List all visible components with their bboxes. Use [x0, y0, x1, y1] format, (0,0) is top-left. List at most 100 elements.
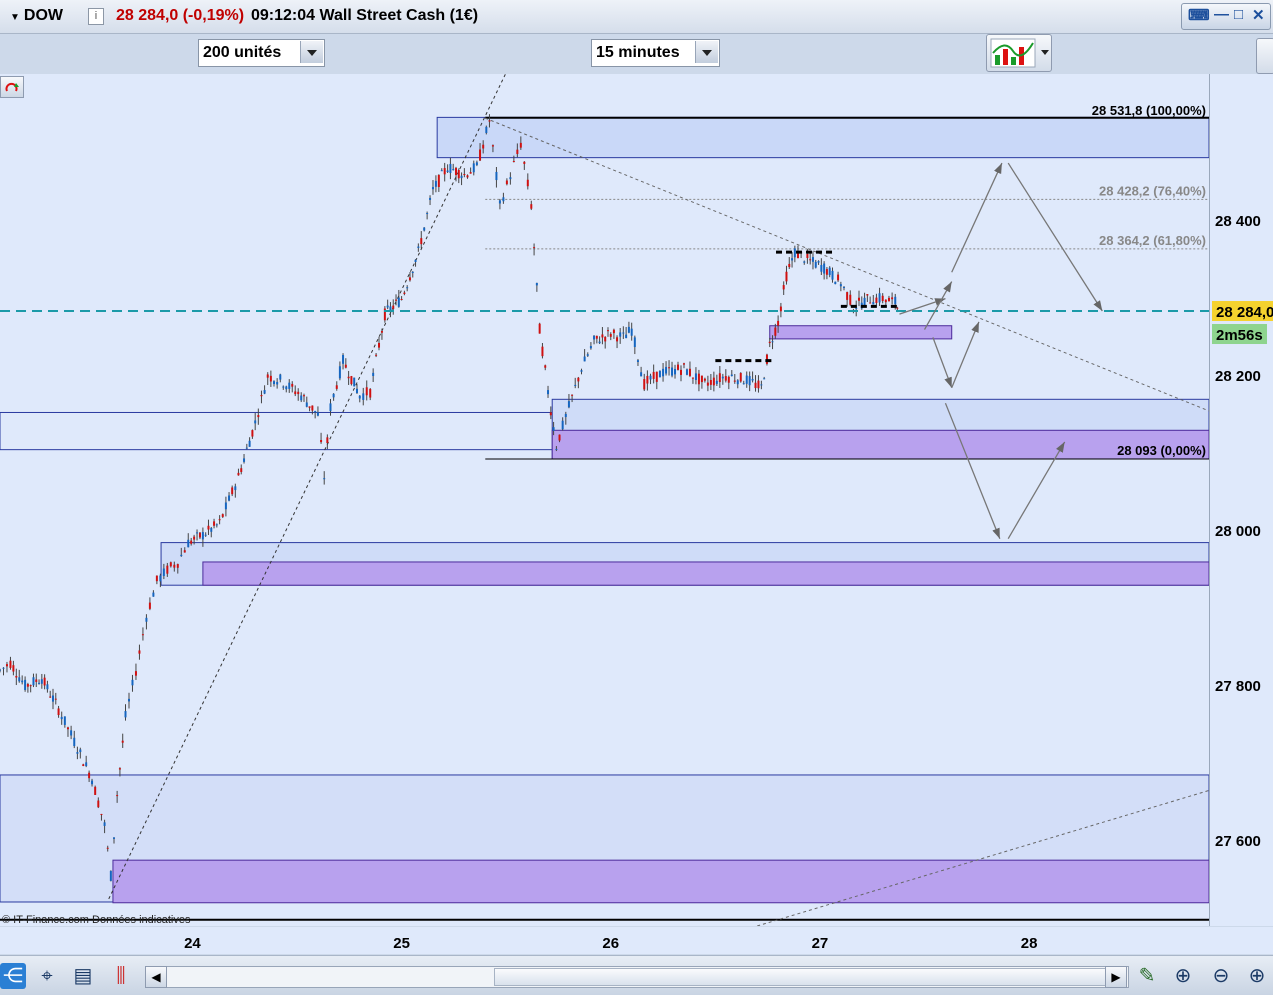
- y-tick-label: 27 800: [1215, 678, 1261, 695]
- candle-body: [609, 333, 612, 337]
- candle-body: [733, 380, 736, 382]
- candle-body: [43, 677, 46, 686]
- maximize-icon[interactable]: □: [1234, 6, 1243, 23]
- candle-body: [0, 669, 1, 671]
- candle-body: [658, 370, 661, 378]
- candle-body: [420, 238, 423, 245]
- scenario-arrow: [951, 321, 980, 388]
- candle-body: [397, 297, 400, 307]
- chevron-down-icon: [695, 41, 718, 63]
- close-icon[interactable]: ✕: [1252, 6, 1265, 24]
- demand-zone: [112, 859, 1210, 904]
- share-icon[interactable]: ⋲: [0, 963, 26, 989]
- units-select[interactable]: 200 unités: [198, 39, 325, 67]
- scroll-thumb[interactable]: [494, 968, 1126, 986]
- scroll-right-icon[interactable]: ▶: [1105, 966, 1127, 988]
- candle-body: [530, 204, 533, 209]
- zoom-in-icon[interactable]: ⊕: [1244, 963, 1270, 989]
- candle-body: [774, 327, 777, 336]
- candle-body: [630, 328, 633, 336]
- price-axis[interactable]: 28 400 28 200 28 000 27 800 27 600 28 284,0 2m…: [1210, 74, 1273, 926]
- candle-body: [485, 126, 488, 133]
- candle-body: [282, 386, 285, 388]
- side-panel-toggle[interactable]: [1256, 38, 1273, 74]
- candle-body: [601, 334, 604, 338]
- candle-body: [739, 372, 742, 382]
- candle-body: [691, 377, 694, 379]
- info-icon[interactable]: i: [88, 8, 104, 25]
- candle-body: [622, 332, 625, 334]
- interval-select[interactable]: 15 minutes: [591, 39, 720, 67]
- zoom-out-icon[interactable]: ⊖: [1208, 963, 1234, 989]
- candle-body: [408, 277, 411, 281]
- demand-zone: [769, 325, 953, 340]
- candle-body: [423, 227, 426, 231]
- candle-body: [82, 764, 85, 766]
- candle-body: [116, 795, 119, 797]
- zoom-fit-icon[interactable]: ⊕: [1170, 963, 1196, 989]
- candle-body: [2, 667, 5, 669]
- candle-body: [552, 427, 555, 431]
- candle-body: [183, 550, 186, 553]
- draw-tool-icon[interactable]: ✎: [1134, 963, 1160, 989]
- candle-body: [454, 167, 457, 176]
- candle-body: [721, 376, 724, 379]
- indicators-button[interactable]: [986, 34, 1052, 72]
- candle-body: [118, 768, 121, 770]
- candle-body: [213, 521, 216, 526]
- candles-icon[interactable]: ⫼: [108, 963, 134, 989]
- candle-body: [406, 287, 409, 289]
- candle-body: [269, 375, 272, 382]
- candle-body: [857, 297, 860, 301]
- candle-body: [380, 330, 383, 333]
- candle-body: [768, 341, 771, 344]
- x-tick-label: 24: [184, 935, 201, 952]
- candle-body: [469, 172, 472, 174]
- price-chart[interactable]: 28 531,8 (100,00%) 28 428,2 (76,40%) 28 36…: [0, 50, 1210, 927]
- candle-body: [245, 447, 248, 449]
- candle-body: [846, 292, 849, 300]
- candle-body: [85, 762, 88, 766]
- symbol-selector[interactable]: ▼ DOW: [10, 7, 63, 25]
- candle-body: [288, 382, 291, 389]
- candle-body: [649, 375, 652, 380]
- refresh-icon[interactable]: [0, 76, 24, 98]
- candle-body: [677, 364, 680, 370]
- candle-body: [134, 671, 137, 676]
- candle-body: [674, 368, 677, 375]
- candle-body: [736, 380, 739, 385]
- symbol-label: DOW: [23, 7, 64, 24]
- minimize-icon[interactable]: —: [1214, 6, 1229, 23]
- scroll-left-icon[interactable]: ◀: [145, 966, 167, 988]
- candle-body: [685, 369, 688, 375]
- candle-body: [166, 565, 169, 574]
- fib-level-label: 28 093 (0,00%): [1117, 443, 1206, 458]
- candle-body: [541, 346, 544, 357]
- time-scrollbar[interactable]: [145, 966, 1129, 988]
- candle-body: [604, 336, 607, 342]
- candle-body: [509, 177, 512, 180]
- candle-body: [431, 187, 434, 190]
- candle-body: [302, 395, 305, 397]
- candle-body: [633, 337, 636, 348]
- candle-body: [791, 258, 794, 261]
- candle-body: [365, 387, 368, 396]
- crosshair-icon[interactable]: ⌖: [34, 963, 60, 989]
- candle-body: [682, 363, 685, 365]
- candle-body: [400, 298, 403, 300]
- candle-body: [411, 271, 414, 273]
- time-axis[interactable]: 24 25 26 27 28: [0, 927, 1273, 954]
- candle-body: [709, 379, 712, 385]
- candle-body: [688, 368, 691, 376]
- candle-body: [112, 837, 115, 839]
- x-tick-label: 28: [1021, 935, 1038, 952]
- candle-body: [763, 378, 766, 380]
- trendline-down: [485, 117, 1210, 412]
- chart-plot[interactable]: 28 531,8 (100,00%) 28 428,2 (76,40%) 28 36…: [0, 50, 1210, 927]
- candle-body: [519, 142, 522, 148]
- list-icon[interactable]: ▤: [70, 963, 96, 989]
- candle-body: [297, 391, 300, 395]
- candle-body: [625, 334, 628, 339]
- keyboard-icon[interactable]: ⌨: [1188, 6, 1210, 24]
- candle-body: [103, 822, 106, 826]
